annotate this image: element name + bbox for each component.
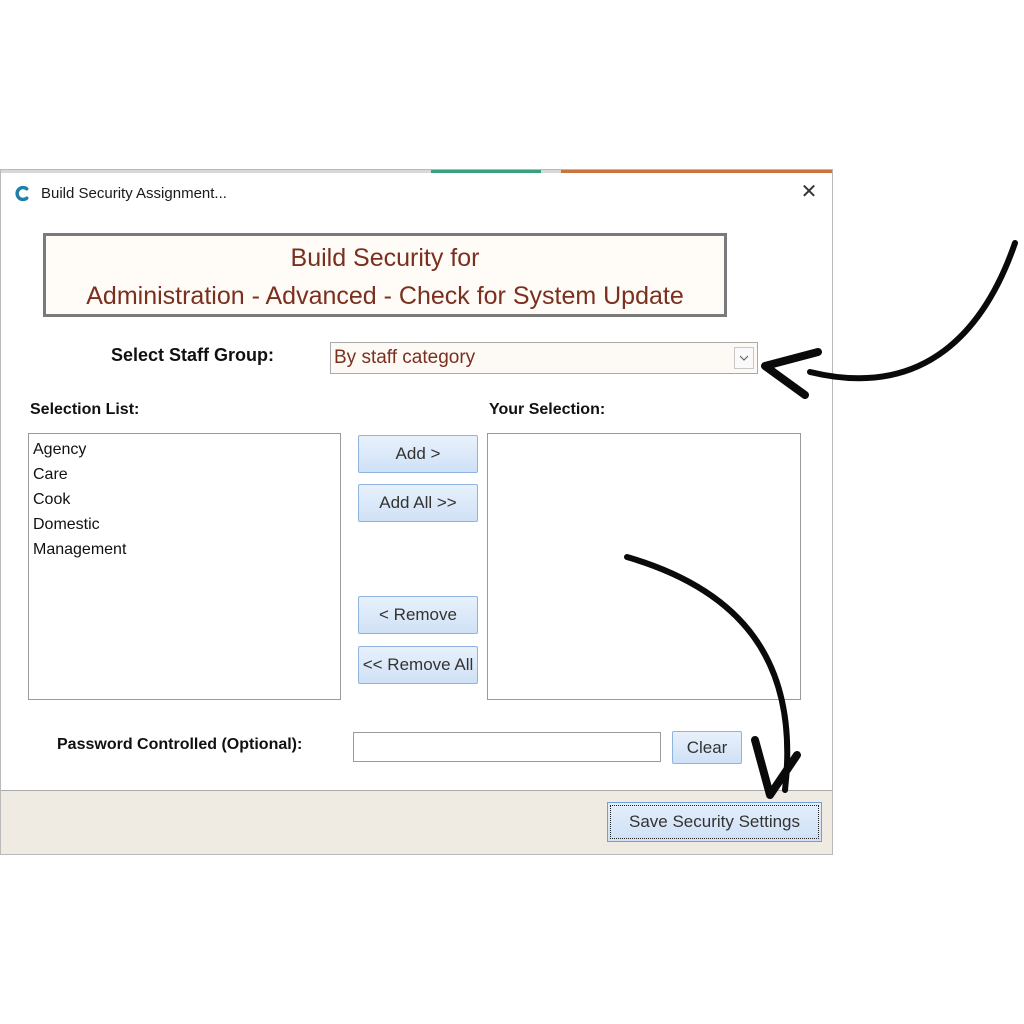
annotation-arrows [624,240,1018,799]
arrow-to-save-icon [624,554,801,799]
arrow-to-dropdown-icon [761,240,1018,399]
